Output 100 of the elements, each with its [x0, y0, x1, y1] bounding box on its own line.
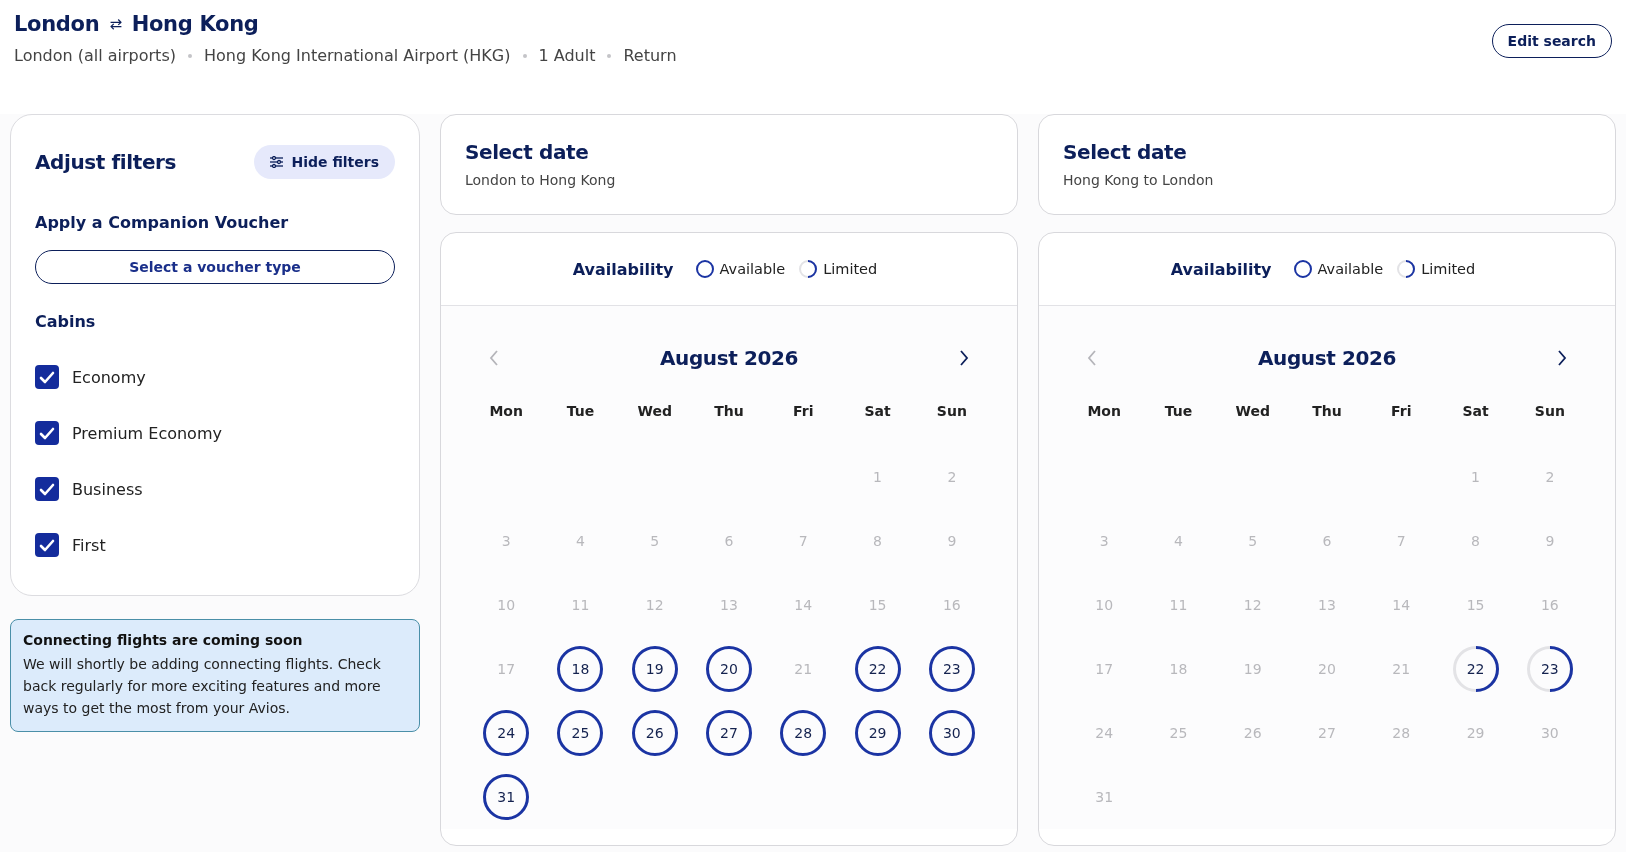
- calendar-day[interactable]: 11: [1155, 582, 1202, 628]
- route-subtitle: Hong Kong to London: [1063, 172, 1215, 188]
- calendar-day[interactable]: 6: [706, 518, 752, 564]
- checkbox[interactable]: [35, 533, 59, 557]
- hide-filters-button[interactable]: Hide filters: [254, 145, 395, 179]
- calendar-day[interactable]: 28: [1378, 710, 1425, 756]
- calendar-day[interactable]: 10: [1081, 582, 1128, 628]
- calendar-day[interactable]: 18: [557, 646, 604, 692]
- calendar-day[interactable]: 15: [1452, 582, 1499, 628]
- calendar-day[interactable]: 5: [631, 518, 678, 564]
- weekday-label: Tue: [1164, 403, 1193, 419]
- calendar-day[interactable]: 7: [1378, 518, 1425, 564]
- calendar-day[interactable]: 14: [780, 582, 827, 628]
- weekday-label: Wed: [1235, 403, 1270, 419]
- calendar-day[interactable]: 8: [854, 518, 901, 564]
- calendar-day[interactable]: 12: [631, 582, 678, 628]
- chevron-left-icon: [1087, 350, 1097, 366]
- calendar-day[interactable]: 25: [1155, 710, 1202, 756]
- calendar-day[interactable]: 19: [631, 646, 678, 692]
- calendar-day[interactable]: 13: [1304, 582, 1350, 628]
- calendar-day[interactable]: 9: [1526, 518, 1573, 564]
- checkbox[interactable]: [35, 421, 59, 445]
- weekday-label: Fri: [1391, 403, 1412, 419]
- calendar-day[interactable]: 19: [1229, 646, 1276, 692]
- cabin-label: Premium Economy: [72, 423, 222, 443]
- calendar-day[interactable]: 23: [1526, 646, 1573, 692]
- section-heading: Apply a Companion Voucher: [35, 213, 290, 232]
- available-ring-icon: [1293, 260, 1312, 278]
- calendar-day[interactable]: 2: [1526, 454, 1573, 500]
- trip-detail: Return: [623, 46, 677, 65]
- calendar-day[interactable]: 17: [1081, 646, 1128, 692]
- calendar-day[interactable]: 16: [928, 582, 975, 628]
- calendar-day[interactable]: 4: [1155, 518, 1202, 564]
- calendar-day[interactable]: 16: [1526, 582, 1573, 628]
- calendar-day[interactable]: 23: [928, 646, 975, 692]
- calendar-day[interactable]: 30: [1526, 710, 1573, 756]
- calendar-day[interactable]: 22: [854, 646, 901, 692]
- calendar-day[interactable]: 26: [631, 710, 678, 756]
- edit-search-button[interactable]: Edit search: [1491, 24, 1612, 58]
- calendar-day[interactable]: 29: [1452, 710, 1499, 756]
- notice-title: Connecting flights are coming soon: [23, 632, 304, 648]
- weekday-label: Mon: [489, 403, 523, 419]
- calendar-day[interactable]: 13: [706, 582, 752, 628]
- calendar-day[interactable]: 21: [1378, 646, 1425, 692]
- checkbox[interactable]: [35, 365, 59, 389]
- weekday-label: Sat: [1462, 403, 1489, 419]
- calendar-day[interactable]: 7: [780, 518, 827, 564]
- calendar-day[interactable]: 25: [557, 710, 604, 756]
- calendar-day[interactable]: 27: [706, 710, 752, 756]
- calendar-day[interactable]: 10: [483, 582, 530, 628]
- calendar-day[interactable]: 4: [557, 518, 604, 564]
- calendar-day[interactable]: 31: [1081, 774, 1128, 820]
- calendar-day[interactable]: 15: [854, 582, 901, 628]
- calendar-day[interactable]: 30: [928, 710, 975, 756]
- trip-detail: London (all airports): [14, 46, 176, 65]
- section-heading: Cabins: [35, 312, 97, 331]
- sliders-icon: [270, 156, 284, 168]
- calendar-day[interactable]: 1: [1452, 454, 1499, 500]
- calendar-day[interactable]: 3: [1081, 518, 1128, 564]
- calendar-day[interactable]: 24: [483, 710, 530, 756]
- calendar-day[interactable]: 24: [1081, 710, 1128, 756]
- legend-label: Limited: [823, 261, 878, 277]
- calendar-day[interactable]: 20: [706, 646, 752, 692]
- calendar-day[interactable]: 8: [1452, 518, 1499, 564]
- calendar-day[interactable]: 21: [780, 646, 827, 692]
- calendar-day[interactable]: 9: [928, 518, 975, 564]
- calendar-day[interactable]: 18: [1155, 646, 1202, 692]
- cabin-label: First: [72, 535, 106, 555]
- weekday-label: Fri: [793, 403, 814, 419]
- voucher-type-button[interactable]: Select a voucher type: [35, 250, 395, 284]
- calendar-day[interactable]: 20: [1304, 646, 1350, 692]
- weekday-label: Thu: [1312, 403, 1342, 419]
- calendar-day[interactable]: 31: [483, 774, 530, 820]
- checkbox[interactable]: [35, 477, 59, 501]
- calendar-day[interactable]: 1: [854, 454, 901, 500]
- cabin-label: Economy: [72, 367, 146, 387]
- panel-title: Adjust filters: [35, 150, 177, 174]
- route-subtitle: London to Hong Kong: [465, 172, 617, 188]
- weekday-label: Mon: [1087, 403, 1121, 419]
- calendar-day[interactable]: 22: [1452, 646, 1499, 692]
- calendar-day[interactable]: 6: [1304, 518, 1350, 564]
- calendar-day[interactable]: 26: [1229, 710, 1276, 756]
- calendar-day[interactable]: 3: [483, 518, 530, 564]
- weekday-label: Sun: [1534, 403, 1565, 419]
- weekday-label: Sat: [864, 403, 891, 419]
- calendar-day[interactable]: 28: [780, 710, 827, 756]
- calendar-day[interactable]: 17: [483, 646, 530, 692]
- legend-label: Available: [719, 261, 786, 277]
- calendar-day[interactable]: 27: [1304, 710, 1350, 756]
- notice-text: We will shortly be adding connecting flights. Check back regularly for more exciting features and more ways to get the most from your Avios.: [23, 655, 382, 718]
- chevron-right-icon: [1557, 350, 1567, 366]
- calendar-day[interactable]: 29: [854, 710, 901, 756]
- calendar-day[interactable]: 5: [1229, 518, 1276, 564]
- calendar-day[interactable]: 14: [1378, 582, 1425, 628]
- calendar-day[interactable]: 12: [1229, 582, 1276, 628]
- checkmark-icon: [39, 426, 55, 440]
- calendar-day[interactable]: 2: [928, 454, 975, 500]
- calendar-day[interactable]: 11: [557, 582, 604, 628]
- chevron-left-icon: [489, 350, 499, 366]
- card-title: Select date: [1063, 140, 1188, 164]
